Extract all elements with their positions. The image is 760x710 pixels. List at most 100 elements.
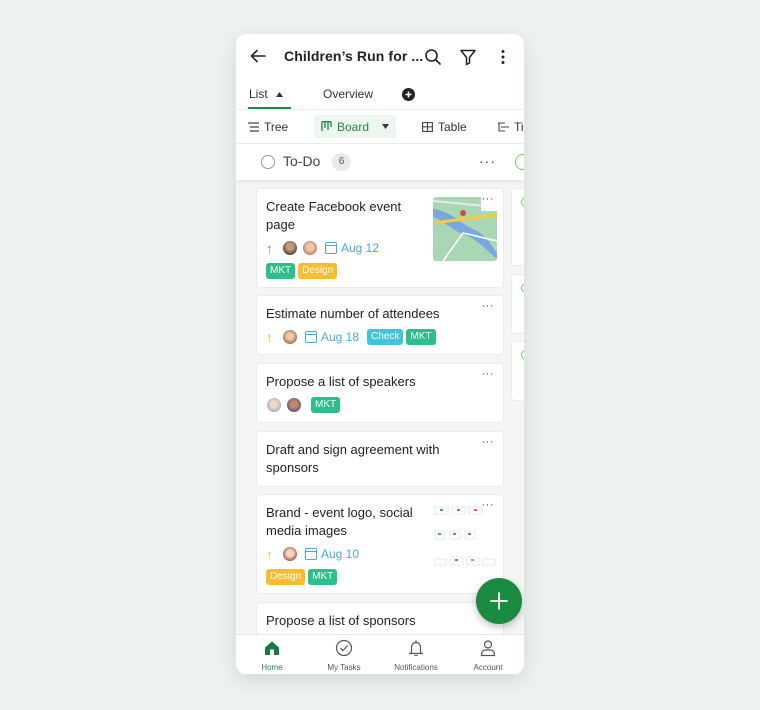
account-icon bbox=[480, 640, 496, 657]
nav-notifications[interactable]: Notifications bbox=[380, 635, 452, 674]
calendar-icon bbox=[325, 242, 337, 254]
priority-medium-icon: ↑ bbox=[266, 546, 273, 562]
task-title: Brand - event logo, social media images bbox=[266, 505, 413, 538]
filter-icon[interactable] bbox=[458, 47, 478, 67]
task-title: Draft and sign agreement with sponsors bbox=[266, 442, 440, 475]
table-icon bbox=[422, 121, 433, 132]
view-tree-label: Tree bbox=[264, 119, 289, 134]
board-column: Create Facebook eventpage ··· ↑ Aug 12 bbox=[236, 180, 524, 634]
search-icon[interactable] bbox=[423, 47, 443, 67]
tab-overview[interactable]: Overview bbox=[323, 87, 373, 101]
due-date: Aug 10 bbox=[305, 547, 359, 561]
task-card[interactable]: Create Facebook eventpage ··· ↑ Aug 12 bbox=[257, 189, 503, 287]
add-task-fab[interactable] bbox=[476, 578, 522, 624]
task-meta: ↑ Aug 12 bbox=[266, 240, 379, 256]
tab-bar: List Overview bbox=[236, 80, 524, 110]
tree-icon bbox=[248, 121, 259, 132]
active-tab-indicator bbox=[248, 107, 291, 109]
view-timeline-label: Ti bbox=[514, 119, 524, 134]
nav-notifications-label: Notifications bbox=[394, 663, 438, 672]
avatar bbox=[282, 240, 298, 256]
nav-account-label: Account bbox=[473, 663, 503, 672]
task-card[interactable]: Draft and sign agreement with sponsors ··… bbox=[257, 432, 503, 486]
tag-design: Design bbox=[266, 569, 306, 585]
home-icon bbox=[265, 641, 279, 655]
caret-down-icon[interactable] bbox=[382, 124, 390, 129]
tag-design: Design bbox=[298, 263, 338, 279]
nav-account[interactable]: Account bbox=[452, 635, 524, 674]
calendar-icon bbox=[305, 331, 317, 343]
tag-mkt: MKT bbox=[406, 329, 436, 345]
back-arrow-icon[interactable] bbox=[248, 46, 268, 66]
card-more-button[interactable]: ··· bbox=[482, 436, 495, 448]
tag-list: MKT Design bbox=[266, 263, 338, 279]
task-card[interactable]: Propose a list of sponsors ··· bbox=[257, 603, 503, 634]
task-card[interactable]: Propose a list of speakers ··· MKT bbox=[257, 364, 503, 422]
column-count-badge: 6 bbox=[332, 153, 351, 171]
avatar bbox=[302, 240, 318, 256]
next-column-card[interactable] bbox=[512, 342, 524, 400]
view-board[interactable]: Board bbox=[314, 115, 396, 138]
bottom-navigation: Home My Tasks Notifications Account bbox=[236, 634, 524, 674]
tag-mkt: MKT bbox=[311, 397, 341, 413]
due-date: Aug 18 bbox=[305, 330, 359, 344]
view-board-label: Board bbox=[337, 119, 370, 134]
tag-list: Design MKT bbox=[266, 569, 338, 585]
card-more-button[interactable]: ··· bbox=[482, 300, 495, 312]
column-more-button[interactable]: ··· bbox=[479, 153, 496, 169]
more-vertical-icon[interactable] bbox=[493, 47, 513, 67]
view-tree[interactable]: Tree bbox=[248, 115, 288, 138]
task-meta: ↑ Aug 10 bbox=[266, 546, 359, 562]
card-more-button[interactable]: ··· bbox=[482, 368, 495, 380]
nav-my-tasks-label: My Tasks bbox=[327, 663, 361, 672]
status-icon bbox=[521, 283, 524, 293]
tag-mkt: MKT bbox=[308, 569, 338, 585]
priority-high-icon: ↑ bbox=[266, 240, 273, 256]
tag-check: Check bbox=[367, 329, 404, 345]
calendar-icon bbox=[305, 548, 317, 560]
due-date: Aug 12 bbox=[325, 241, 379, 255]
next-column-card[interactable] bbox=[512, 275, 524, 333]
status-icon bbox=[521, 350, 524, 360]
status-icon bbox=[521, 197, 524, 207]
mobile-app-frame: Children’s Run for ... List Overview Tre… bbox=[236, 34, 524, 674]
add-circle-icon[interactable] bbox=[402, 88, 415, 101]
status-circle-icon bbox=[261, 155, 275, 169]
task-title: Create Facebook event page bbox=[266, 199, 402, 232]
nav-my-tasks[interactable]: My Tasks bbox=[308, 635, 380, 674]
nav-home[interactable]: Home bbox=[236, 635, 308, 674]
avatar bbox=[282, 546, 298, 562]
board-icon bbox=[321, 121, 332, 131]
task-title: Estimate number of attendees bbox=[266, 306, 440, 321]
task-meta: MKT bbox=[266, 397, 341, 413]
task-title: Propose a list of speakers bbox=[266, 374, 416, 389]
check-circle-icon bbox=[335, 639, 353, 657]
plus-icon bbox=[490, 592, 508, 610]
project-title: Children’s Run for ... bbox=[284, 48, 424, 64]
column-header-todo: To-Do 6 ··· bbox=[236, 144, 524, 180]
next-column-card[interactable] bbox=[512, 189, 524, 265]
task-title: Propose a list of sponsors bbox=[266, 613, 416, 628]
bell-icon bbox=[408, 640, 424, 657]
column-name: To-Do bbox=[283, 153, 321, 169]
tab-list-label: List bbox=[249, 87, 268, 101]
view-table-label: Table bbox=[438, 119, 467, 134]
in-progress-status-icon bbox=[515, 154, 524, 170]
map-thumbnail bbox=[433, 197, 497, 261]
timeline-icon bbox=[498, 121, 509, 132]
avatar bbox=[282, 329, 298, 345]
app-header: Children’s Run for ... bbox=[236, 34, 524, 80]
card-more-button[interactable]: ··· bbox=[482, 193, 495, 205]
priority-medium-icon: ↑ bbox=[266, 329, 273, 345]
task-meta: ↑ Aug 18 Check MKT bbox=[266, 329, 436, 345]
tab-list[interactable]: List bbox=[249, 87, 283, 101]
view-switcher: Tree Board Table Ti bbox=[236, 110, 524, 144]
avatar bbox=[266, 397, 282, 413]
task-card[interactable]: Brand - event logo, social media images ·… bbox=[257, 495, 503, 593]
card-more-button[interactable]: ··· bbox=[482, 499, 495, 511]
avatar bbox=[286, 397, 302, 413]
view-timeline[interactable]: Ti bbox=[498, 115, 524, 138]
task-card[interactable]: Estimate number of attendees ··· ↑ Aug 1… bbox=[257, 296, 503, 354]
view-table[interactable]: Table bbox=[422, 115, 467, 138]
nav-home-label: Home bbox=[261, 663, 283, 672]
